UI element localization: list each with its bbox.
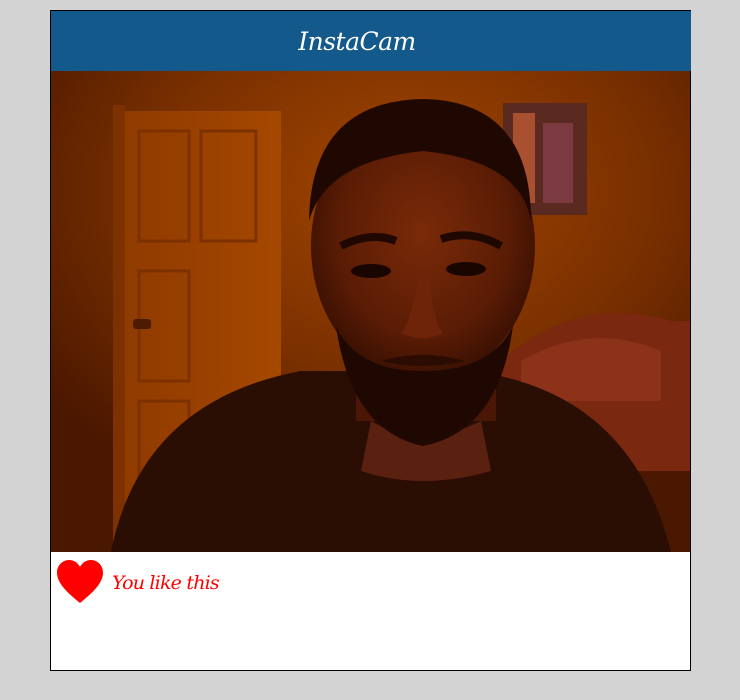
like-row: You like this xyxy=(51,552,690,612)
app-title: InstaCam xyxy=(298,26,416,56)
app-header: InstaCam xyxy=(51,11,691,71)
camera-feed xyxy=(51,71,690,552)
camera-feed-image xyxy=(51,71,690,552)
instacam-app: InstaCam You like this xyxy=(50,10,691,671)
like-status-text: You like this xyxy=(112,572,220,594)
heart-icon[interactable] xyxy=(57,560,103,604)
